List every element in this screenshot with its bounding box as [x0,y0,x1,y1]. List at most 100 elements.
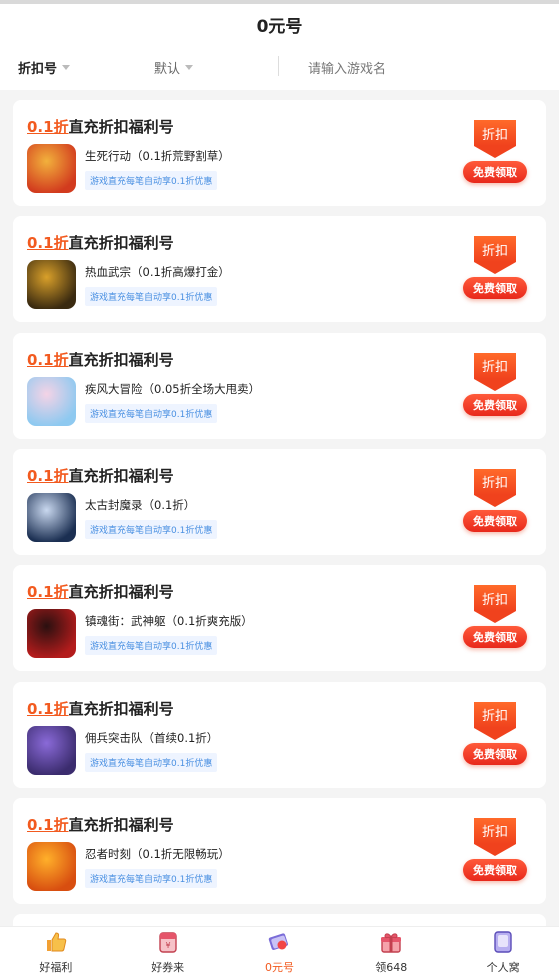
ribbon-label: 折扣 [474,236,516,263]
claim-button[interactable]: 免费领取 [463,393,527,416]
ribbon-label: 折扣 [474,468,516,495]
ribbon-label: 折扣 [474,701,516,728]
card-title-text: 直充折扣福利号 [68,118,174,136]
arrow-down-icon [474,494,516,507]
card-title: 0.1折直充折扣福利号 [27,232,174,253]
card-title: 0.1折直充折扣福利号 [27,814,174,835]
ribbon-label: 折扣 [474,352,516,379]
anime-girl-icon [27,376,76,426]
discount-tag: 游戏直充每笔自动享0.1折优惠 [85,636,218,656]
discount-label: 0.1折 [27,815,69,834]
account-card[interactable]: 0.1折直充折扣福利号 佣兵突击队（首续0.1折） 游戏直充每笔自动享0.1折优… [13,681,546,788]
discount-ribbon: 折扣 [474,701,516,740]
chevron-down-icon [62,64,71,70]
discount-tag: 游戏直充每笔自动享0.1折优惠 [85,287,218,307]
discount-label: 0.1折 [27,234,69,253]
card-title-text: 直充折扣福利号 [68,350,174,369]
discount-ribbon: 折扣 [474,120,516,158]
sort-dropdown[interactable]: 折扣号 [18,58,71,77]
game-name: 佣兵突击队（首续0.1折） [85,730,219,745]
tab-gift[interactable]: 领648 [335,927,447,979]
gift-box-icon [381,933,402,953]
discount-tag: 游戏直充每笔自动享0.1折优惠 [85,171,218,190]
card-title: 0.1折直充折扣福利号 [27,581,174,602]
discount-label: 0.1折 [27,699,69,718]
game-name: 疾风大冒险（0.05折全场大甩卖） [85,381,261,396]
page-header: 0元号 [0,4,559,44]
default-dropdown[interactable]: 默认 [154,58,194,77]
claim-button[interactable]: 免费领取 [463,509,527,532]
page-title: 0元号 [256,16,303,37]
ribbon-label: 折扣 [474,585,516,612]
arrow-down-icon [474,727,516,740]
tab-coupons[interactable]: ¥ 好券来 [112,927,224,979]
tab-welfare[interactable]: 好福利 [0,927,112,979]
chevron-down-icon [185,64,194,70]
card-title-text: 直充折扣福利号 [68,234,174,253]
claim-button[interactable]: 免费领取 [463,626,527,649]
arrow-down-icon [474,262,516,275]
card-title-text: 直充折扣福利号 [68,699,174,718]
discount-ribbon: 折扣 [474,352,516,391]
discount-ribbon: 折扣 [474,817,516,856]
divider [278,56,279,76]
game-name: 镇魂街：武神躯（0.1折爽充版） [85,614,253,629]
claim-button[interactable]: 免费领取 [463,277,527,300]
discount-label: 0.1折 [27,583,69,602]
arrow-down-icon [474,611,516,624]
discount-ribbon: 折扣 [474,585,516,624]
claim-button[interactable]: 免费领取 [463,161,527,183]
discount-ribbon: 折扣 [474,236,516,275]
search-input[interactable]: 请输入游戏名 [296,52,536,82]
arrow-down-icon [474,146,516,158]
account-card[interactable]: 0.1折直充折扣福利号 忍者时刻（0.1折无限畅玩） 游戏直充每笔自动享0.1折… [13,797,546,904]
tab-zero-account[interactable]: 0元号 [224,927,336,979]
game-name: 热血武宗（0.1折高爆打金） [85,265,230,280]
account-card[interactable]: 0.1折直充折扣福利号 生死行动（0.1折荒野割草） 游戏直充每笔自动享0.1折… [13,100,546,206]
fire-ninja-icon [27,841,76,891]
card-title: 0.1折直充折扣福利号 [27,465,174,486]
tab-label: 好福利 [39,961,73,974]
card-title-text: 直充折扣福利号 [68,815,174,834]
account-card[interactable]: 0.1折直充折扣福利号 疾风大冒险（0.05折全场大甩卖） 游戏直充每笔自动享0… [13,332,546,439]
account-card[interactable]: 0.1折直充折扣福利号 热血武宗（0.1折高爆打金） 游戏直充每笔自动享0.1折… [13,216,546,323]
arrow-down-icon [474,378,516,391]
coupon-bag-icon: ¥ [158,932,177,953]
account-card[interactable]: 0.1折直充折扣福利号 镇魂街：武神躯（0.1折爽充版） 游戏直充每笔自动享0.… [13,565,546,672]
bottom-tabbar: 好福利 ¥ 好券来 0元号 领648 个人窝 [0,926,559,979]
game-name: 生死行动（0.1折荒野割草） [85,149,230,163]
golden-warrior-icon [27,260,76,310]
ribbon-label: 折扣 [474,120,516,146]
claim-button[interactable]: 免费领取 [463,742,527,765]
game-name: 忍者时刻（0.1折无限畅玩） [85,846,230,861]
zero-account-icon [269,933,289,950]
discount-tag: 游戏直充每笔自动享0.1折优惠 [85,868,218,888]
raccoon-soldier-icon [27,725,76,775]
account-card[interactable]: 0.1折直充折扣福利号 太古封魔录（0.1折） 游戏直充每笔自动享0.1折优惠 … [13,448,546,555]
tab-profile[interactable]: 个人窝 [447,927,559,979]
arrow-down-icon [474,843,516,856]
thumbs-up-icon [46,932,67,952]
card-title-text: 直充折扣福利号 [68,583,174,602]
card-title: 0.1折直充折扣福利号 [27,349,174,370]
claim-button[interactable]: 免费领取 [463,858,527,881]
card-title-text: 直充折扣福利号 [68,466,174,485]
red-hair-hero-icon [27,609,76,659]
filter-bar: 折扣号 默认 请输入游戏名 [0,44,559,90]
card-title: 0.1折直充折扣福利号 [27,116,174,137]
discount-tag: 游戏直充每笔自动享0.1折优惠 [85,519,218,539]
default-label: 默认 [154,61,181,77]
hero-cartoon-icon [27,144,76,193]
game-name: 太古封魔录（0.1折） [85,497,196,512]
discount-label: 0.1折 [27,118,69,136]
sort-label: 折扣号 [18,61,58,77]
ribbon-label: 折扣 [474,817,516,844]
tab-label: 个人窝 [486,961,520,974]
discount-label: 0.1折 [27,350,69,369]
svg-text:¥: ¥ [165,941,170,950]
dark-swordsman-icon [27,492,76,542]
search-placeholder: 请输入游戏名 [308,61,387,77]
discount-label: 0.1折 [27,466,69,485]
card-title: 0.1折直充折扣福利号 [27,698,174,719]
discount-tag: 游戏直充每笔自动享0.1折优惠 [85,403,218,423]
